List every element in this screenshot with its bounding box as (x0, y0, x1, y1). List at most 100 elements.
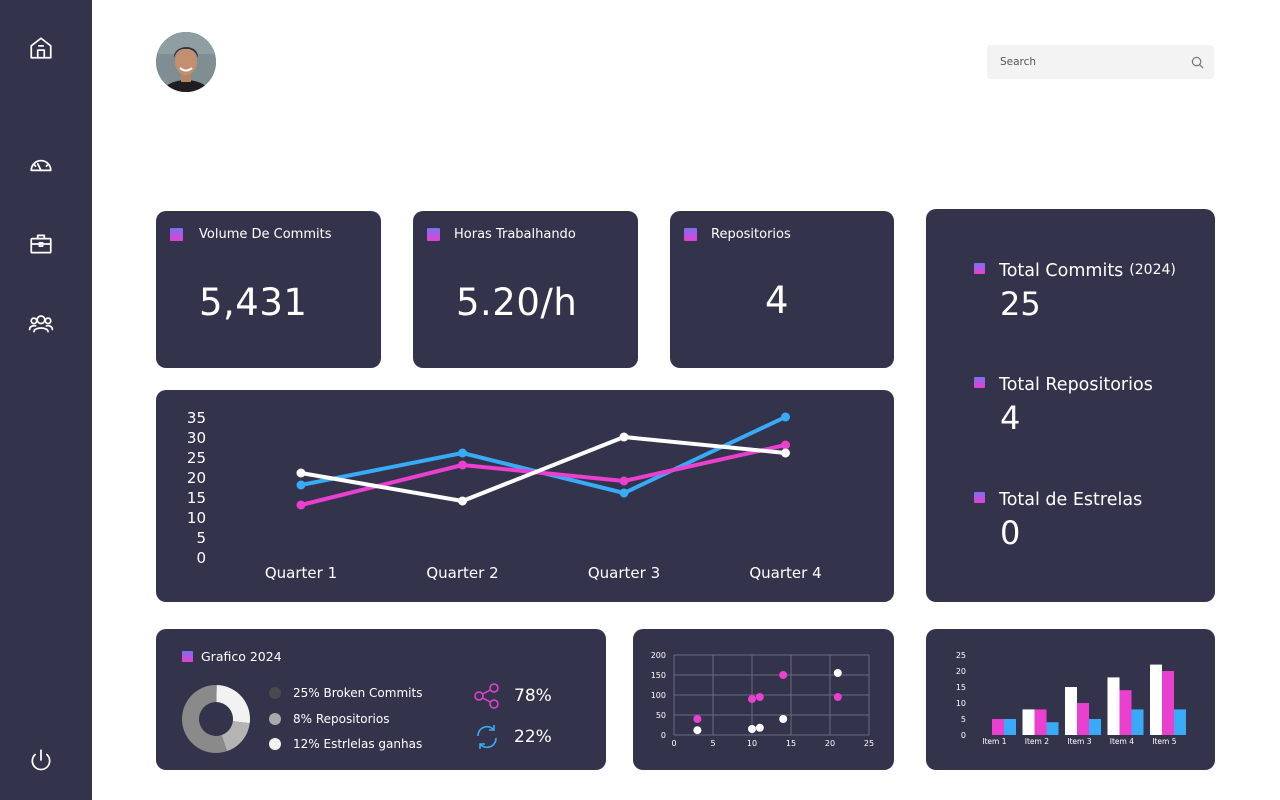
kpi-card-repos: Repositorios 4 (670, 211, 894, 368)
y-tick-label: 20 (187, 469, 206, 487)
legend-swatch (170, 228, 183, 241)
kpi-card-hours: Horas Trabalhando 5.20/h (413, 211, 638, 368)
donut-legend-item: 8% Repositorios (269, 712, 390, 726)
data-point (781, 412, 790, 422)
donut-legend-text: 25% Broken Commits (293, 686, 423, 700)
avatar[interactable] (156, 32, 216, 92)
x-tick-label: Quarter 2 (426, 564, 498, 582)
kpi-card-commits: Volume De Commits 5,431 (156, 211, 381, 368)
scatter-point (693, 715, 702, 723)
y-tick-label: 25 (956, 651, 966, 660)
line-chart-card: 0 5 10 15 20 25 30 35 Quarter 1 Quarter 2 Quarter … (156, 390, 894, 602)
total-commits: Total Commits (2024) 25 (974, 261, 1176, 323)
data-point (619, 488, 629, 498)
x-tick-label: 5 (710, 739, 715, 748)
sidebar (0, 0, 92, 800)
search-box (987, 45, 1214, 79)
y-tick-label: 25 (187, 449, 206, 467)
y-tick-label: 30 (187, 429, 206, 447)
y-tick-label: 100 (651, 691, 666, 700)
donut-title: Grafico 2024 (201, 649, 282, 664)
scatter-point (779, 715, 788, 723)
totals-card: Total Commits (2024) 25 Total Repositori… (926, 209, 1215, 602)
y-tick-label: 10 (956, 699, 966, 708)
total-repos-label-row: Total Repositorios (974, 375, 1153, 395)
y-tick-label: 0 (961, 731, 966, 740)
data-point (296, 500, 306, 510)
bar-card: 0 5 10 15 20 25 Item 1 Item 2 Item 3 Item 4 Item 5 (926, 629, 1215, 770)
bar (1034, 709, 1047, 735)
scatter-point (833, 669, 842, 677)
bar (1119, 690, 1132, 735)
legend-swatch (684, 228, 697, 241)
data-point (296, 468, 306, 478)
bar (1131, 709, 1144, 735)
scatter-point (833, 693, 842, 701)
donut-title-row: Grafico 2024 (182, 649, 282, 664)
x-tick-label: Item 3 (1067, 737, 1091, 746)
legend-swatch (427, 228, 440, 241)
legend-dot (269, 738, 281, 750)
total-stars-label-row: Total de Estrelas (974, 490, 1142, 510)
kpi-title: Horas Trabalhando (427, 227, 576, 242)
share-icon (474, 683, 499, 709)
bar (992, 719, 1004, 735)
x-tick-label: 20 (825, 739, 835, 748)
donut-chart (182, 685, 250, 753)
x-tick-label: Item 2 (1025, 737, 1049, 746)
bar (1162, 671, 1174, 735)
donut-slice (221, 721, 250, 752)
sync-value: 22% (514, 727, 552, 747)
donut-legend-item: 12% Estrlelas ganhas (269, 737, 422, 751)
y-tick-label: 150 (651, 671, 666, 680)
bar-chart: 0 5 10 15 20 25 Item 1 Item 2 Item 3 Item 4 Item 5 (956, 651, 1186, 746)
y-tick-label: 5 (961, 715, 966, 724)
briefcase-icon[interactable] (26, 229, 56, 259)
line-chart: 0 5 10 15 20 25 30 35 Quarter 1 Quarter 2 Quarter … (187, 409, 822, 582)
data-point (458, 460, 467, 470)
bar (1046, 722, 1059, 735)
x-tick-label: Quarter 4 (749, 564, 821, 582)
total-commits-label-row: Total Commits (2024) (974, 261, 1176, 281)
scatter-point (755, 693, 764, 701)
power-icon[interactable] (26, 745, 56, 775)
dashboard-gauge-icon[interactable] (26, 150, 56, 180)
bar (1065, 687, 1077, 735)
bar (1174, 709, 1186, 735)
legend-swatch (974, 491, 985, 503)
x-tick-label: 0 (671, 739, 676, 748)
series-line (299, 415, 788, 495)
donut-legend-item: 25% Broken Commits (269, 686, 422, 700)
data-point (458, 496, 467, 506)
scatter-point (748, 695, 756, 703)
bar (1077, 703, 1089, 735)
y-tick-label: 200 (651, 651, 666, 660)
kpi-title: Volume De Commits (170, 227, 331, 242)
total-commits-year: (2024) (1129, 262, 1176, 278)
scatter-point (779, 671, 788, 679)
bar (1004, 719, 1016, 735)
bar (1022, 709, 1035, 735)
total-commits-label: Total Commits (999, 261, 1124, 281)
total-stars-value: 0 (1000, 514, 1021, 552)
users-icon[interactable] (26, 308, 56, 338)
shares-stat: 78% (472, 681, 552, 711)
y-tick-label: 0 (661, 731, 666, 740)
data-point (619, 432, 629, 442)
data-point (781, 440, 790, 450)
search-input[interactable] (1000, 56, 1190, 68)
home-icon[interactable] (26, 33, 56, 63)
bar (1107, 677, 1120, 735)
avatar-image (156, 32, 216, 92)
data-point (781, 448, 790, 458)
scatter-card: 0 5 10 15 20 25 0 50 100 150 200 (633, 629, 894, 770)
total-stars: Total de Estrelas 0 (974, 490, 1142, 552)
kpi-title: Repositorios (684, 227, 791, 242)
total-repos: Total Repositorios 4 (974, 375, 1153, 437)
scatter-point (748, 725, 756, 733)
search-icon[interactable] (1190, 55, 1204, 69)
x-tick-label: Quarter 3 (588, 564, 660, 582)
legend-swatch (182, 651, 193, 662)
x-tick-label: Quarter 1 (265, 564, 337, 582)
scatter-chart: 0 5 10 15 20 25 0 50 100 150 200 (651, 651, 874, 748)
